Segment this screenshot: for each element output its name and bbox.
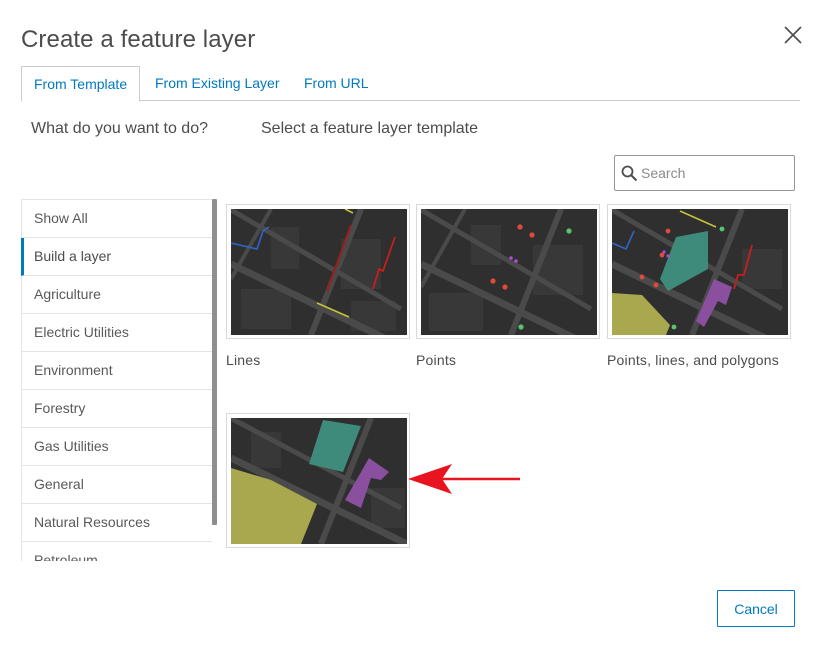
template-label-points-lines-polygons: Points, lines, and polygons — [607, 352, 779, 368]
cancel-button[interactable]: Cancel — [717, 590, 795, 627]
category-agriculture[interactable]: Agriculture — [21, 276, 212, 314]
dialog-title: Create a feature layer — [21, 26, 256, 53]
step-instruction: Select a feature layer template — [261, 120, 479, 137]
polygons-template-thumbnail — [231, 418, 407, 544]
tab-from-existing-layer[interactable]: From Existing Layer — [143, 66, 291, 101]
category-gas-utilities[interactable]: Gas Utilities — [21, 428, 212, 466]
template-tile-points[interactable] — [416, 204, 600, 339]
tab-from-url[interactable]: From URL — [292, 66, 381, 101]
template-tile-points-lines-polygons[interactable] — [607, 204, 791, 339]
template-tile-lines[interactable] — [226, 204, 410, 339]
points-lines-polygons-template-thumbnail — [612, 209, 788, 335]
tab-from-template[interactable]: From Template — [21, 66, 141, 102]
category-build-a-layer[interactable]: Build a layer — [21, 238, 212, 276]
category-show-all[interactable]: Show All — [21, 200, 212, 238]
tab-bar: From Template From Existing Layer From U… — [21, 66, 800, 102]
annotation-arrow-icon — [408, 464, 520, 494]
category-electric-utilities[interactable]: Electric Utilities — [21, 314, 212, 352]
category-list-scrollbar[interactable] — [212, 199, 217, 525]
category-general[interactable]: General — [21, 466, 212, 504]
template-label-lines: Lines — [226, 352, 261, 368]
points-template-thumbnail — [421, 209, 597, 335]
template-tile-polygons[interactable] — [226, 413, 410, 548]
close-icon — [784, 26, 802, 44]
step-question: What do you want to do? — [31, 120, 208, 137]
category-natural-resources[interactable]: Natural Resources — [21, 504, 212, 542]
search-box[interactable] — [614, 155, 795, 191]
category-petroleum[interactable]: Petroleum — [21, 542, 212, 561]
search-icon — [621, 165, 638, 182]
close-button[interactable] — [782, 24, 804, 46]
template-label-points: Points — [416, 352, 457, 368]
category-list: Show All Build a layer Agriculture Elect… — [21, 199, 212, 561]
category-environment[interactable]: Environment — [21, 352, 212, 390]
search-input[interactable] — [639, 161, 789, 185]
category-forestry[interactable]: Forestry — [21, 390, 212, 428]
lines-template-thumbnail — [231, 209, 407, 335]
